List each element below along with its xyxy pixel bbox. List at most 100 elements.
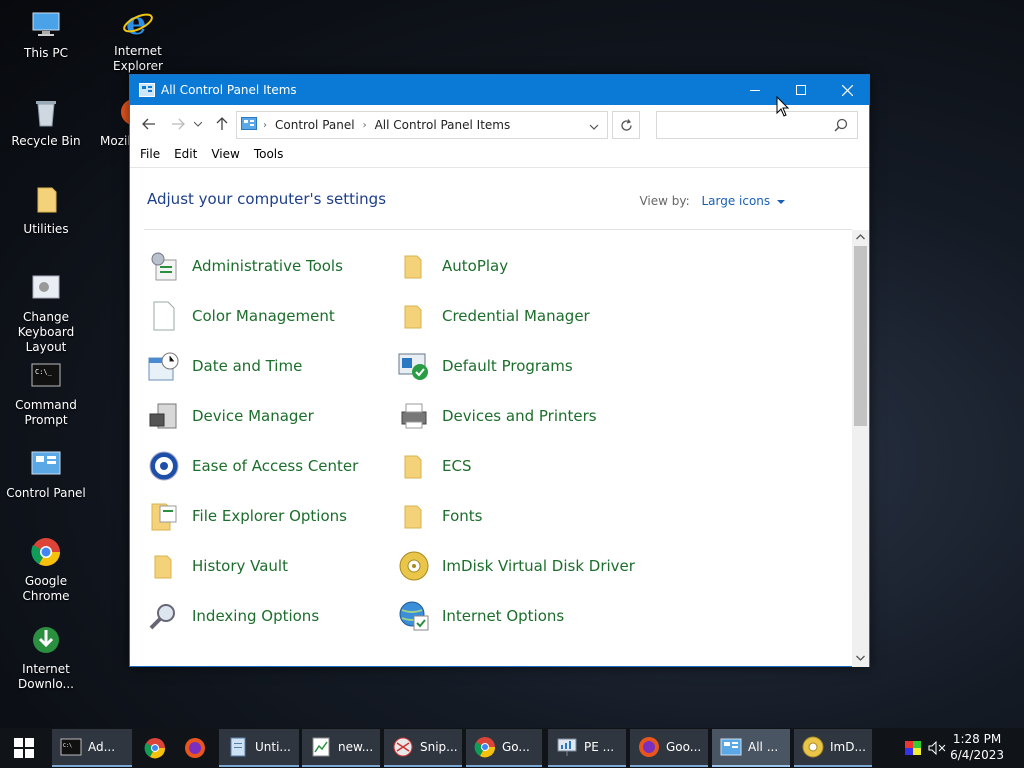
desktop-icon-this-pc[interactable]: This PC xyxy=(0,8,92,61)
desktop-icon-command-prompt[interactable]: C:\_ Command Prompt xyxy=(0,360,92,428)
desktop-icon-internet-download-manager[interactable]: Internet Downlo... xyxy=(0,624,92,692)
item-label: Internet Options xyxy=(442,607,565,625)
item-ecs[interactable]: ECS xyxy=(398,446,471,486)
control-panel-window[interactable]: All Control Panel Items › Control Panel … xyxy=(129,74,870,667)
mouse-cursor-icon xyxy=(776,95,790,122)
menu-edit[interactable]: Edit xyxy=(174,147,197,161)
address-dropdown-button[interactable] xyxy=(589,120,599,134)
recent-locations-button[interactable] xyxy=(191,112,205,136)
item-default-programs[interactable]: Default Programs xyxy=(398,346,573,386)
start-button[interactable] xyxy=(0,729,48,767)
scroll-up-button[interactable] xyxy=(852,230,869,246)
tray-volume-button[interactable] xyxy=(926,729,948,767)
item-date-and-time[interactable]: Date and Time xyxy=(148,346,302,386)
system-clock[interactable]: 1:28 PM 6/4/2023 xyxy=(950,731,1004,763)
desktop-icon-internet-explorer[interactable]: e Internet Explorer xyxy=(92,4,184,74)
item-color-management[interactable]: Color Management xyxy=(148,296,335,336)
caret-down-icon xyxy=(777,200,785,204)
desktop-icon-utilities[interactable]: Utilities xyxy=(0,184,92,237)
menu-file[interactable]: File xyxy=(140,147,160,161)
menu-tools[interactable]: Tools xyxy=(254,147,284,161)
taskbar-item-label: new... xyxy=(338,740,374,754)
item-label: Administrative Tools xyxy=(192,257,343,275)
taskbar-item-firefox-google[interactable]: Goo... xyxy=(630,729,708,767)
vertical-scrollbar[interactable] xyxy=(852,230,869,667)
title-bar[interactable]: All Control Panel Items xyxy=(130,75,869,105)
folder-icon xyxy=(398,450,430,482)
presentation-icon xyxy=(556,736,578,758)
close-icon xyxy=(841,84,853,96)
taskbar-item-pe[interactable]: PE ... xyxy=(548,729,626,767)
scroll-thumb[interactable] xyxy=(854,246,867,426)
item-credential-manager[interactable]: Credential Manager xyxy=(398,296,590,336)
clock-date: 6/4/2023 xyxy=(950,748,1004,762)
disc-icon xyxy=(398,550,430,582)
desktop-icon-label: Control Panel xyxy=(6,486,86,500)
item-label: Devices and Printers xyxy=(442,407,597,425)
item-device-manager[interactable]: Device Manager xyxy=(148,396,314,436)
forward-button[interactable] xyxy=(166,112,190,136)
minimize-button[interactable] xyxy=(732,75,778,105)
up-button[interactable] xyxy=(210,112,234,136)
item-internet-options[interactable]: Internet Options xyxy=(398,596,564,636)
taskbar-item-imdisk[interactable]: ImD... xyxy=(794,729,872,767)
clock-time: 1:28 PM xyxy=(952,732,1002,746)
desktop-icon-control-panel[interactable]: Control Panel xyxy=(0,448,92,501)
item-ease-of-access-center[interactable]: Ease of Access Center xyxy=(148,446,358,486)
taskbar-pinned-firefox[interactable] xyxy=(176,729,214,767)
taskbar-item-label: Snip... xyxy=(420,740,458,754)
view-by-label: View by: xyxy=(639,194,690,208)
refresh-button[interactable] xyxy=(612,111,640,139)
menu-view[interactable]: View xyxy=(211,147,239,161)
taskbar-item-label: ImD... xyxy=(830,740,866,754)
desktop-icon-recycle-bin[interactable]: Recycle Bin xyxy=(0,96,92,149)
taskbar-item-command-prompt[interactable]: C:\ Ad... xyxy=(52,729,132,767)
taskbar-item-new[interactable]: new... xyxy=(302,729,380,767)
download-manager-icon xyxy=(30,624,62,656)
item-file-explorer-options[interactable]: File Explorer Options xyxy=(148,496,347,536)
item-fonts[interactable]: Fonts xyxy=(398,496,482,536)
recycle-bin-icon xyxy=(30,96,62,128)
item-administrative-tools[interactable]: Administrative Tools xyxy=(148,246,343,286)
item-label: ECS xyxy=(442,457,472,475)
desktop-icon-google-chrome[interactable]: Google Chrome xyxy=(0,536,92,604)
item-label: Credential Manager xyxy=(442,307,590,325)
item-label: AutoPlay xyxy=(442,257,509,275)
item-label: File Explorer Options xyxy=(192,507,347,525)
desktop-icon-label: Utilities xyxy=(23,222,69,236)
taskbar-item-snipping-tool[interactable]: Snip... xyxy=(384,729,462,767)
item-indexing-options[interactable]: Indexing Options xyxy=(148,596,319,636)
indexing-options-icon xyxy=(148,600,180,632)
address-bar[interactable]: › Control Panel › All Control Panel Item… xyxy=(236,111,608,139)
speaker-muted-icon xyxy=(928,741,946,755)
taskbar-item-untitled[interactable]: Unti... xyxy=(219,729,299,767)
desktop-icon-mozilla[interactable]: Mozil xyxy=(92,96,132,149)
taskbar-pinned-chrome[interactable] xyxy=(136,729,174,767)
item-imdisk-virtual-disk-driver[interactable]: ImDisk Virtual Disk Driver xyxy=(398,546,635,586)
maximize-icon xyxy=(796,85,806,95)
item-devices-and-printers[interactable]: Devices and Printers xyxy=(398,396,597,436)
chart-document-icon xyxy=(310,736,332,758)
back-button[interactable] xyxy=(137,112,161,136)
breadcrumb-all-items[interactable]: All Control Panel Items xyxy=(375,118,511,132)
taskbar-item-google-chrome[interactable]: Go... xyxy=(466,729,542,767)
search-input[interactable] xyxy=(656,111,858,139)
search-icon[interactable] xyxy=(834,117,850,133)
desktop-icon-label: Internet Explorer xyxy=(113,44,163,73)
view-by-value: Large icons xyxy=(701,194,771,208)
desktop-icon-label: Recycle Bin xyxy=(11,134,81,148)
item-label: Indexing Options xyxy=(192,607,320,625)
arrow-left-icon xyxy=(142,118,155,130)
chevron-down-icon xyxy=(194,121,202,127)
item-autoplay[interactable]: AutoPlay xyxy=(398,246,508,286)
scroll-down-button[interactable] xyxy=(852,651,869,667)
tray-color-icon[interactable] xyxy=(902,729,924,767)
breadcrumb-control-panel[interactable]: Control Panel xyxy=(275,118,355,132)
view-by-dropdown[interactable]: Large icons xyxy=(701,194,785,208)
device-manager-icon xyxy=(148,400,180,432)
breadcrumb-separator-icon: › xyxy=(263,119,267,131)
close-button[interactable] xyxy=(824,75,870,105)
item-history-vault[interactable]: History Vault xyxy=(148,546,288,586)
desktop-icon-change-keyboard-layout[interactable]: Change Keyboard Layout xyxy=(0,272,92,355)
taskbar-item-all-control-panel-items[interactable]: All ... xyxy=(712,729,790,767)
